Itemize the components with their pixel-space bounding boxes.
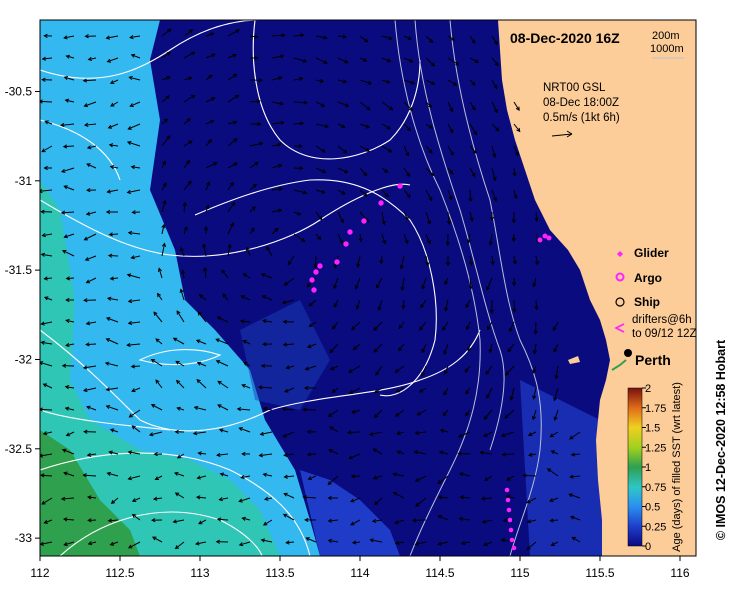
current-arrow (39, 101, 52, 102)
glider-point (398, 184, 402, 188)
glider-point (314, 270, 318, 274)
y-tick-label: -31 (15, 174, 33, 188)
y-tick-label: -30.5 (5, 84, 33, 98)
x-axis: 112 112.5 113 113.5 114 114.5 115 115.5 116 (30, 556, 689, 580)
y-tick-label: -32 (15, 352, 33, 366)
perth-marker (624, 349, 632, 357)
glider-point (318, 264, 322, 268)
glider-point (543, 234, 547, 238)
x-tick-label: 112.5 (105, 566, 134, 580)
legend-argo-label: Argo (634, 271, 662, 285)
legend-glider-label: Glider (634, 246, 669, 260)
glider-point (362, 219, 366, 223)
y-tick-label: -31.5 (5, 263, 33, 277)
map-svg: 112 112.5 113 113.5 114 114.5 115 115.5 116 -30.… (0, 0, 739, 592)
colorbar-tick-label: 0 (645, 541, 651, 553)
colorbar-title: Age (days) of filled SST (wrt latest) (671, 382, 683, 552)
map-title: 08-Dec-2020 16Z (510, 30, 620, 46)
glider-point (507, 508, 511, 512)
current-arrow (523, 475, 536, 476)
glider-point (348, 230, 352, 234)
glider-point (510, 538, 514, 542)
x-tick-label: 113 (190, 566, 209, 580)
x-tick-label: 115 (510, 566, 529, 580)
current-arrow (40, 409, 52, 410)
glider-point (335, 260, 339, 264)
y-tick-label: -32.5 (5, 442, 33, 456)
colorbar-tick-label: 0.75 (645, 482, 666, 494)
current-arrow (348, 432, 360, 433)
glider-point (512, 546, 516, 550)
depth-legend-1000m: 1000m (650, 43, 684, 55)
x-tick-label: 114 (350, 566, 369, 580)
colorbar-tick-label: 1.25 (645, 442, 666, 454)
credit-label: © IMOS 12-Dec-2020 12:58 Hobart (714, 340, 728, 540)
depth-legend-200m: 200m (652, 30, 680, 42)
y-tick-label: -33 (15, 531, 33, 545)
x-tick-label: 116 (670, 566, 689, 580)
glider-point (547, 236, 551, 240)
glider-point (508, 518, 512, 522)
y-axis: -30.5 -31 -31.5 -32 -32.5 -33 (5, 84, 40, 545)
colorbar (628, 388, 642, 546)
current-source: NRT00 GSL (543, 82, 605, 94)
colorbar-tick-label: 0.25 (645, 521, 666, 533)
x-tick-label: 113.5 (265, 566, 294, 580)
glider-point (312, 288, 316, 292)
glider-point (505, 488, 509, 492)
current-scale-label: 0.5m/s (1kt 6h) (543, 112, 620, 124)
colorbar-tick-label: 1.5 (645, 423, 660, 435)
city-label-perth: Perth (635, 352, 671, 368)
current-arrow (315, 256, 316, 268)
legend-drifters-label: drifters@6h (632, 314, 692, 326)
colorbar-tick-label: 1 (645, 462, 651, 474)
colorbar-tick-label: 1.75 (645, 403, 666, 415)
colorbar-tick-label: 0.5 (645, 502, 660, 514)
legend-drifters-range: to 09/12 12Z (632, 328, 697, 340)
glider-point (506, 498, 510, 502)
glider-point (509, 528, 513, 532)
legend-ship-label: Ship (634, 295, 660, 309)
current-time: 08-Dec 18:00Z (543, 97, 619, 109)
glider-point (310, 278, 314, 282)
x-tick-label: 114.5 (425, 566, 454, 580)
glider-point (379, 201, 383, 205)
glider-point (344, 242, 348, 246)
x-tick-label: 115.5 (585, 566, 614, 580)
sst-map-figure: 112 112.5 113 113.5 114 114.5 115 115.5 116 -30.… (0, 0, 739, 592)
colorbar-tick-label: 2 (645, 383, 651, 395)
glider-point (538, 238, 542, 242)
x-tick-label: 112 (30, 566, 49, 580)
